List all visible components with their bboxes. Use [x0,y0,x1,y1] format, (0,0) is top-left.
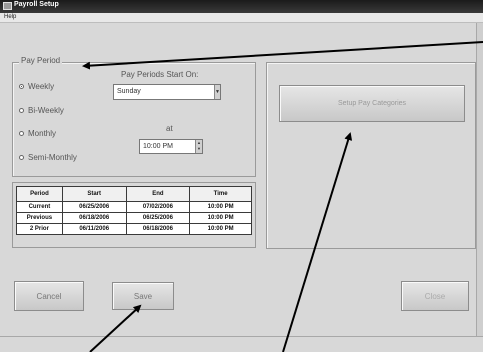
radio-monthly-indicator[interactable] [19,130,24,136]
table-row: Previous 06/18/2006 06/25/2006 10:00 PM [16,212,252,224]
app-icon [3,2,12,10]
spin-down-icon[interactable]: ▼ [196,146,202,152]
table-cell: 06/25/2006 [61,201,127,213]
radio-semi-monthly-label: Semi-Monthly [28,152,77,162]
table-cell: 10:00 PM [189,212,252,224]
radio-monthly[interactable]: Monthly [19,127,56,139]
start-day-value: Sunday [117,88,141,95]
table-cell: 06/11/2006 [61,223,127,235]
column-header: Time [189,186,252,202]
table-cell: 10:00 PM [189,201,252,213]
at-label: at [166,124,173,133]
radio-bi-weekly-indicator[interactable] [19,107,24,113]
cancel-button[interactable]: Cancel [14,281,84,311]
chevron-down-icon[interactable]: ▼ [214,85,220,99]
table-cell: Previous [16,212,63,224]
table-cell: 07/02/2006 [125,201,191,213]
payroll-setup-window: Payroll Setup Help Pay Period Weekly Bi-… [0,0,483,352]
radio-weekly[interactable]: Weekly [19,80,54,92]
window-title: Payroll Setup [14,1,59,8]
arrow-to-save-button [89,304,142,352]
column-header: Start [61,186,127,202]
save-button[interactable]: Save [112,282,174,310]
menu-bar: Help [0,13,483,23]
start-time-field[interactable]: 10:00 PM ▲ ▼ [139,139,203,154]
radio-monthly-label: Monthly [28,128,57,138]
title-bar: Payroll Setup [0,0,483,13]
window-right-edge [476,23,483,336]
table-cell: 10:00 PM [189,223,252,235]
radio-semi-monthly[interactable]: Semi-Monthly [19,151,77,163]
table-row: 2 Prior 06/11/2006 06/18/2006 10:00 PM [16,223,252,235]
radio-bi-weekly-label: Bi-Weekly [28,105,64,115]
table-cell: Current [16,201,63,213]
close-button[interactable]: Close [401,281,469,311]
time-spinner[interactable]: ▲ ▼ [195,140,202,153]
table-header-row: Period Start End Time [16,186,252,202]
radio-weekly-indicator[interactable] [19,83,24,89]
bottom-divider [0,336,483,337]
radio-weekly-label: Weekly [28,81,55,91]
menu-help[interactable]: Help [4,14,16,20]
start-time-value: 10:00 PM [143,143,173,150]
column-header: End [125,186,191,202]
start-day-dropdown[interactable]: Sunday ▼ [113,84,221,100]
table-cell: 2 Prior [16,223,63,235]
table-cell: 06/25/2006 [125,212,191,224]
periods-table: Period Start End Time Current 06/25/2006… [16,186,252,235]
pay-period-legend: Pay Period [19,56,63,65]
radio-semi-monthly-indicator[interactable] [19,154,24,160]
table-row: Current 06/25/2006 07/02/2006 10:00 PM [16,201,252,213]
column-header: Period [16,186,63,202]
table-cell: 06/18/2006 [61,212,127,224]
setup-pay-categories-button[interactable]: Setup Pay Categories [279,85,465,122]
radio-bi-weekly[interactable]: Bi-Weekly [19,104,64,116]
start-on-label: Pay Periods Start On: [121,70,199,79]
table-cell: 06/18/2006 [125,223,191,235]
